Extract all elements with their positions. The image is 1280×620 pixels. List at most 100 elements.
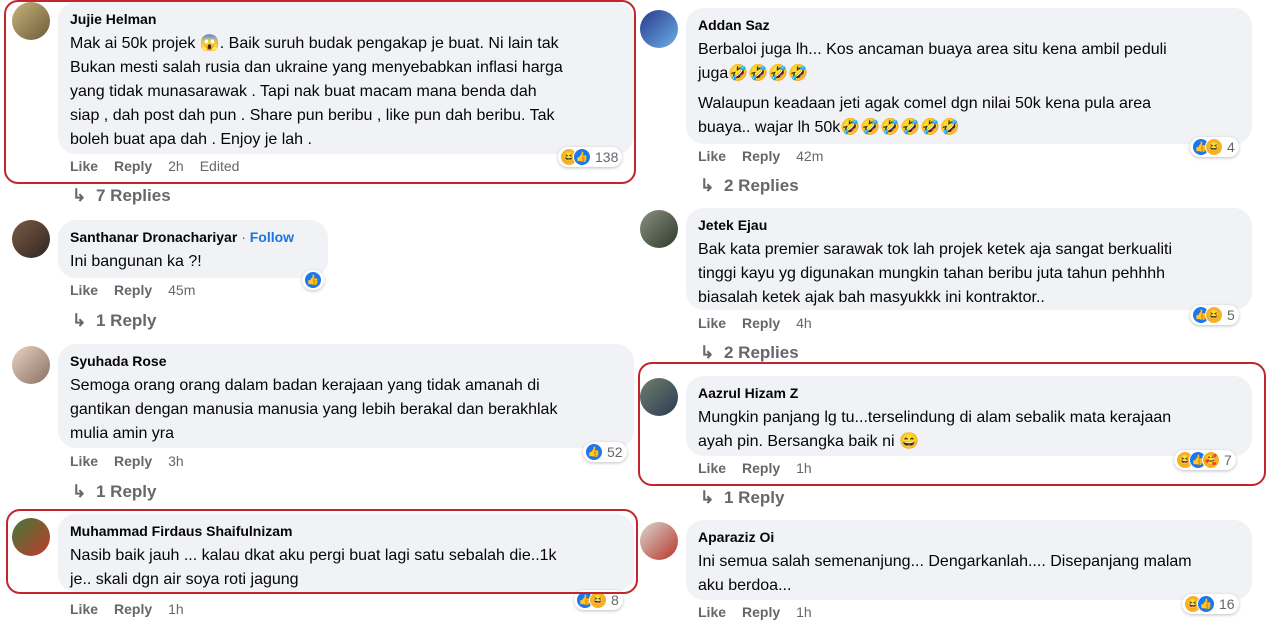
reaction-count: 8 [611,592,619,608]
like-button[interactable]: Like [70,282,98,298]
avatar[interactable] [12,518,50,556]
reply-button[interactable]: Reply [742,315,780,331]
like-reaction-icon: 👍 [573,148,591,166]
reply-arrow-icon: ↳ [72,311,87,330]
view-replies-link[interactable]: ↳ 1 Reply [72,482,156,502]
follow-button[interactable]: Follow [250,229,294,245]
author-name[interactable]: Santhanar Dronachariyar [70,229,237,245]
view-replies-link[interactable]: ↳ 1 Reply [72,311,156,331]
comment-time[interactable]: 1h [168,601,184,617]
comment-bubble: Aparaziz Oi Ini semua salah semenanjung.… [686,520,1252,600]
like-button[interactable]: Like [70,158,98,174]
comment-actions: Like Reply 1h [698,460,828,476]
reply-button[interactable]: Reply [114,453,152,469]
reaction-summary[interactable]: 👍 52 [583,442,627,462]
comment-author[interactable]: Aparaziz Oi [698,528,1240,546]
reply-arrow-icon: ↳ [72,186,87,205]
comment-bubble: Addan Saz Berbaloi juga lh... Kos ancama… [686,8,1252,144]
comment-time[interactable]: 1h [796,460,812,476]
comment-author[interactable]: Jujie Helman [70,10,622,28]
comment-text-continued: Walaupun keadaan jeti agak comel dgn nil… [698,95,1152,136]
view-replies-link[interactable]: ↳ 2 Replies [700,343,799,363]
comment-text: Bak kata premier sarawak tok lah projek … [698,241,1173,306]
reply-arrow-icon: ↳ [700,343,715,362]
comment-actions: Like Reply 1h [698,604,828,620]
reply-button[interactable]: Reply [114,158,152,174]
like-button[interactable]: Like [698,604,726,620]
reaction-count: 5 [1227,307,1235,323]
avatar[interactable] [640,210,678,248]
replies-label: 2 Replies [724,176,799,195]
reaction-summary[interactable]: 😆 👍 16 [1182,594,1239,614]
comment-bubble: Syuhada Rose Semoga orang orang dalam ba… [58,344,634,448]
comment-author: Santhanar Dronachariyar · Follow [70,229,295,245]
comment-time[interactable]: 45m [168,282,195,298]
reaction-summary[interactable]: 👍 😆 5 [1190,305,1239,325]
comment-actions: Like Reply 2h Edited [70,158,255,174]
reply-button[interactable]: Reply [742,604,780,620]
reaction-count: 16 [1219,596,1235,612]
comment-text: Ini bangunan ka ?! [70,253,202,270]
reply-button[interactable]: Reply [742,460,780,476]
avatar[interactable] [12,220,50,258]
comment-author[interactable]: Muhammad Firdaus Shaifulnizam [70,522,622,540]
reaction-count: 52 [607,444,623,460]
comment-bubble: Muhammad Firdaus Shaifulnizam Nasib baik… [58,514,634,592]
avatar[interactable] [12,346,50,384]
comment-time[interactable]: 1h [796,604,812,620]
reaction-count: 7 [1224,452,1232,468]
avatar[interactable] [12,2,50,40]
avatar[interactable] [640,522,678,560]
reply-button[interactable]: Reply [114,282,152,298]
comment-time[interactable]: 3h [168,453,184,469]
reaction-count: 4 [1227,139,1235,155]
like-button[interactable]: Like [70,601,98,617]
like-button[interactable]: Like [698,148,726,164]
care-reaction-icon: 🥰 [1202,451,1220,469]
reaction-summary[interactable]: 👍 😆 4 [1190,137,1239,157]
reply-button[interactable]: Reply [742,148,780,164]
like-button[interactable]: Like [698,315,726,331]
haha-reaction-icon: 😆 [1205,306,1223,324]
reaction-summary[interactable]: 😆 👍 🥰 7 [1174,450,1236,470]
replies-label: 2 Replies [724,343,799,362]
edited-label: Edited [199,158,240,174]
comment-author[interactable]: Syuhada Rose [70,352,622,370]
comment-actions: Like Reply 1h [70,601,200,617]
comment-author[interactable]: Aazrul Hizam Z [698,384,1240,402]
view-replies-link[interactable]: ↳ 1 Reply [700,488,784,508]
comment-time[interactable]: 4h [796,315,812,331]
reply-arrow-icon: ↳ [700,488,715,507]
comment-author[interactable]: Jetek Ejau [698,216,1240,234]
reaction-summary[interactable]: 😆 👍 138 [558,147,623,167]
replies-label: 1 Reply [724,488,785,507]
comment-text: Mak ai 50k projek 😱. Baik suruh budak pe… [70,35,563,148]
comment-author[interactable]: Addan Saz [698,16,1240,34]
comment-bubble: Aazrul Hizam Z Mungkin panjang lg tu...t… [686,376,1252,456]
comment-text: Semoga orang orang dalam badan kerajaan … [70,377,558,442]
haha-reaction-icon: 😆 [589,591,607,609]
view-replies-link[interactable]: ↳ 7 Replies [72,186,171,206]
avatar[interactable] [640,10,678,48]
reply-arrow-icon: ↳ [700,176,715,195]
comment-bubble: Santhanar Dronachariyar · Follow Ini ban… [58,220,328,278]
comment-time[interactable]: 42m [796,148,823,164]
avatar[interactable] [640,378,678,416]
haha-reaction-icon: 😆 [1205,138,1223,156]
reaction-count: 138 [595,149,619,165]
comment-actions: Like Reply 42m [698,148,839,164]
replies-label: 1 Reply [96,482,157,501]
reply-arrow-icon: ↳ [72,482,87,501]
comment-bubble: Jujie Helman Mak ai 50k projek 😱. Baik s… [58,2,634,154]
comment-text: Mungkin panjang lg tu...terselindung di … [698,409,1172,450]
comment-text: Berbaloi juga lh... Kos ancaman buaya ar… [698,41,1167,82]
view-replies-link[interactable]: ↳ 2 Replies [700,176,799,196]
replies-label: 1 Reply [96,311,157,330]
comment-time[interactable]: 2h [168,158,184,174]
reaction-summary[interactable]: 👍 [302,270,324,290]
like-reaction-icon: 👍 [304,271,322,289]
like-button[interactable]: Like [70,453,98,469]
like-button[interactable]: Like [698,460,726,476]
reaction-summary[interactable]: 👍 😆 8 [574,590,623,610]
reply-button[interactable]: Reply [114,601,152,617]
